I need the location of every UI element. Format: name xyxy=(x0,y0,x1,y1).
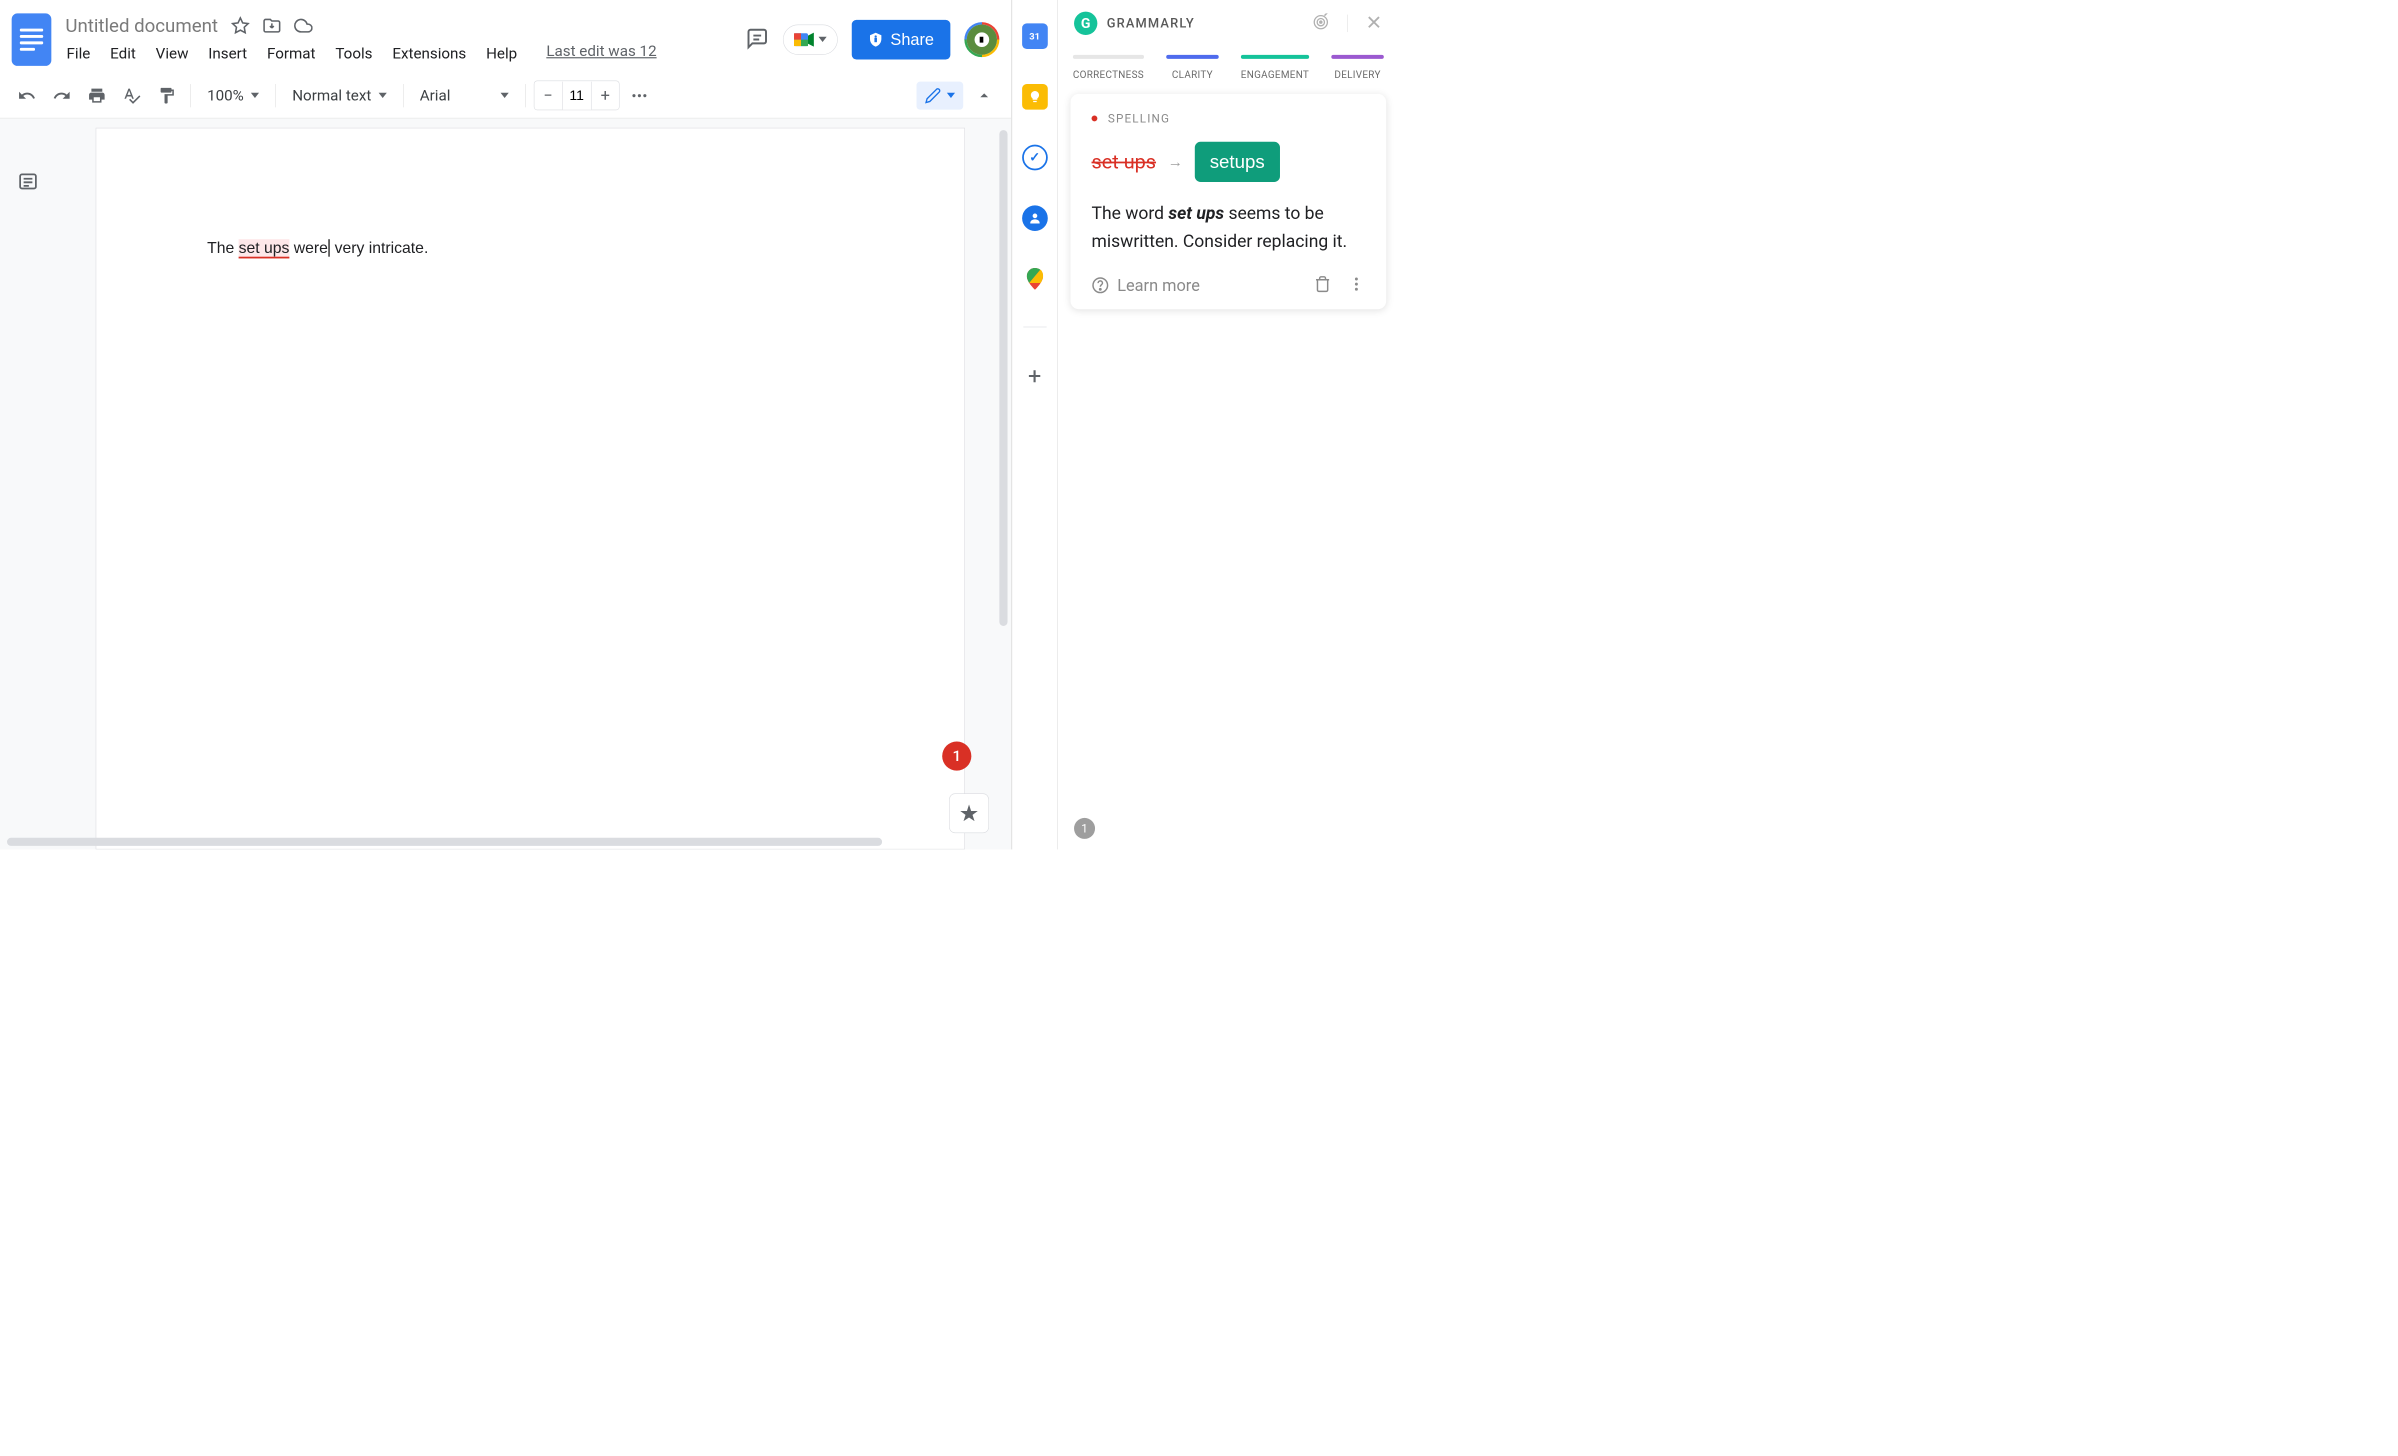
menu-tools[interactable]: Tools xyxy=(334,42,373,64)
menu-edit[interactable]: Edit xyxy=(109,42,137,64)
paragraph-style-select[interactable]: Normal text xyxy=(284,81,395,110)
share-label: Share xyxy=(890,30,934,49)
suggestion-category: SPELLING xyxy=(1108,111,1170,125)
caret-down-icon xyxy=(251,93,259,98)
doc-title[interactable]: Untitled document xyxy=(65,14,218,36)
doc-text-mid: were xyxy=(289,239,328,257)
grammarly-logo-icon: G xyxy=(1074,12,1097,35)
suggestion-card: SPELLING set ups → setups The word set u… xyxy=(1071,94,1387,309)
font-size-decrease[interactable]: − xyxy=(534,81,562,110)
apply-fix-button[interactable]: setups xyxy=(1195,142,1280,182)
comment-history-icon[interactable] xyxy=(746,27,769,53)
menubar: File Edit View Insert Format Tools Exten… xyxy=(65,42,745,64)
grammarly-brand: GRAMMARLY xyxy=(1107,16,1195,31)
tasks-icon[interactable] xyxy=(1022,145,1048,171)
meet-button[interactable] xyxy=(783,24,838,54)
trash-icon[interactable] xyxy=(1314,275,1332,295)
rail-divider xyxy=(1023,327,1046,328)
suggestion-explanation: The word set ups seems to be miswritten.… xyxy=(1092,200,1366,256)
print-button[interactable] xyxy=(82,80,112,110)
caret-down-icon xyxy=(947,93,955,98)
menu-help[interactable]: Help xyxy=(485,42,518,64)
cloud-status-icon[interactable] xyxy=(294,16,313,35)
side-panel-rail: + xyxy=(1012,0,1058,849)
tab-label: DELIVERY xyxy=(1334,69,1380,81)
caret-down-icon xyxy=(500,93,508,98)
grammarly-panel: G GRAMMARLY CORRECTNESS CLARITY xyxy=(1057,0,1399,849)
tab-delivery[interactable]: DELIVERY xyxy=(1331,55,1384,81)
tab-clarity[interactable]: CLARITY xyxy=(1166,55,1219,81)
explore-button[interactable] xyxy=(949,793,989,833)
paint-format-button[interactable] xyxy=(152,80,182,110)
goals-icon[interactable] xyxy=(1312,13,1330,33)
tab-label: CLARITY xyxy=(1172,69,1213,81)
tab-correctness[interactable]: CORRECTNESS xyxy=(1073,55,1144,81)
move-icon[interactable] xyxy=(262,16,281,35)
titlebar: Untitled document File Edit View Inse xyxy=(0,0,1011,73)
scrollbar-horizontal[interactable] xyxy=(7,838,882,846)
docs-logo[interactable] xyxy=(12,13,52,66)
avatar[interactable] xyxy=(964,22,999,57)
collapse-toolbar-button[interactable] xyxy=(969,80,999,110)
doc-text-after: very intricate. xyxy=(330,239,428,257)
menu-format[interactable]: Format xyxy=(266,42,317,64)
doc-text-before: The xyxy=(207,239,239,257)
more-options-icon[interactable] xyxy=(1348,275,1366,295)
menu-view[interactable]: View xyxy=(155,42,190,64)
close-icon[interactable] xyxy=(1365,13,1383,33)
font-size-increase[interactable]: + xyxy=(591,81,619,110)
more-toolbar-button[interactable] xyxy=(624,80,654,110)
wrong-text: set ups xyxy=(1092,150,1156,173)
font-size-control: − + xyxy=(534,81,620,111)
undo-button[interactable] xyxy=(12,80,42,110)
zoom-value: 100% xyxy=(207,87,244,105)
editing-mode-button[interactable] xyxy=(917,81,964,109)
font-size-input[interactable] xyxy=(562,81,591,109)
help-icon xyxy=(1092,277,1110,295)
contacts-icon[interactable] xyxy=(1022,205,1048,231)
spellcheck-button[interactable] xyxy=(117,80,147,110)
grammarly-tabs: CORRECTNESS CLARITY ENGAGEMENT DELIVERY xyxy=(1058,55,1399,81)
document-page[interactable]: The set ups were very intricate. xyxy=(96,128,965,850)
last-edit-link[interactable]: Last edit was 12 xyxy=(546,42,656,64)
font-select[interactable]: Arial xyxy=(412,81,517,110)
calendar-icon[interactable] xyxy=(1022,23,1048,49)
arrow-right-icon: → xyxy=(1168,153,1183,171)
severity-dot-icon xyxy=(1092,116,1098,122)
canvas: The set ups were very intricate. 1 xyxy=(0,118,1011,849)
add-addon-button[interactable]: + xyxy=(1028,362,1041,389)
redo-button[interactable] xyxy=(47,80,77,110)
caret-down-icon xyxy=(819,37,827,42)
share-button[interactable]: Share xyxy=(852,20,950,60)
suggestion-count-badge[interactable]: 1 xyxy=(1074,818,1095,839)
tab-label: CORRECTNESS xyxy=(1073,69,1144,81)
menu-insert[interactable]: Insert xyxy=(207,42,248,64)
tab-label: ENGAGEMENT xyxy=(1241,69,1309,81)
scrollbar-vertical[interactable] xyxy=(999,130,1007,626)
toolbar: 100% Normal text Arial − + xyxy=(0,73,1011,119)
doc-text-error[interactable]: set ups xyxy=(239,239,290,258)
menu-extensions[interactable]: Extensions xyxy=(391,42,467,64)
tab-engagement[interactable]: ENGAGEMENT xyxy=(1241,55,1309,81)
outline-toggle-icon[interactable] xyxy=(18,171,39,194)
zoom-select[interactable]: 100% xyxy=(199,81,267,110)
caret-down-icon xyxy=(378,93,386,98)
grammarly-error-badge[interactable]: 1 xyxy=(942,742,971,771)
font-value: Arial xyxy=(420,87,451,105)
menu-file[interactable]: File xyxy=(65,42,91,64)
maps-icon[interactable] xyxy=(1024,266,1045,292)
paragraph-style-value: Normal text xyxy=(292,87,371,105)
keep-icon[interactable] xyxy=(1022,84,1048,110)
learn-more-link[interactable]: Learn more xyxy=(1117,276,1200,295)
star-icon[interactable] xyxy=(231,16,250,35)
